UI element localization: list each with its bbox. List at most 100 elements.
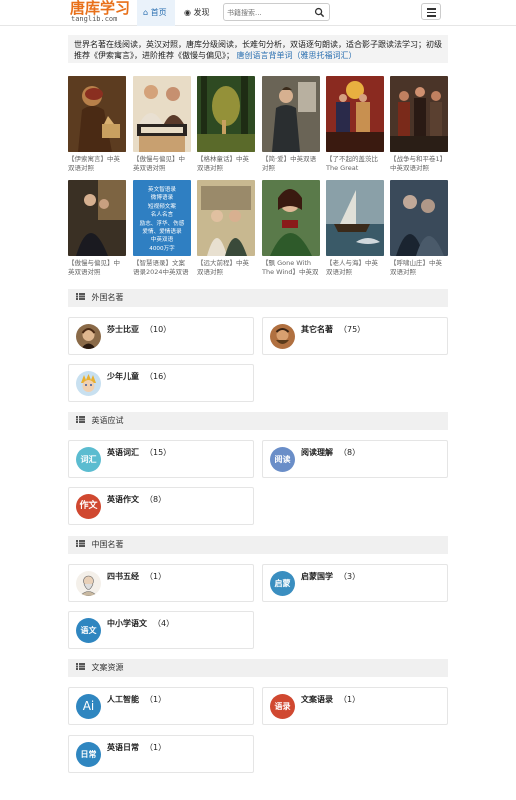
book-card[interactable]: 【呼啸山庄】中英双语对照 — [390, 180, 448, 277]
confucius-portrait-icon — [76, 571, 101, 596]
category-card-shakespeare[interactable]: 莎士比亚 （10） — [68, 317, 254, 355]
book-title: 【智慧语录】文案语录2024中英双语版 — [133, 259, 189, 276]
category-count: （10） — [145, 325, 172, 334]
logo-title: 唐库学习 — [70, 0, 131, 17]
category-name: 人工智能 — [107, 695, 139, 704]
hamburger-icon-bar — [427, 11, 436, 13]
book-cover — [326, 76, 384, 152]
site-logo[interactable]: 唐库学习 tanglib.com — [70, 0, 131, 25]
shakespeare-portrait-icon — [76, 324, 101, 349]
search-input[interactable] — [227, 6, 312, 19]
promo-line: 英文智语录 — [148, 187, 176, 193]
little-prince-icon — [76, 371, 101, 396]
book-cover — [390, 76, 448, 152]
category-card-other-classics[interactable]: 其它名著 （75） — [262, 317, 448, 355]
quotes-icon: 语录 — [270, 694, 295, 719]
category-count: （15） — [145, 448, 172, 457]
hamburger-icon — [427, 8, 436, 10]
book-title: 【简·爱】中英双语对照 — [262, 155, 317, 172]
section-header-english-exams: 英语应试 — [68, 412, 448, 430]
book-card[interactable]: 【伊索寓言】中英双语对照 — [68, 76, 126, 173]
tab-discover-label: 发现 — [193, 8, 210, 17]
category-card-chinese-language[interactable]: 语文 中小学语文 （4） — [68, 611, 254, 649]
promo-line: 中英双语 — [150, 237, 174, 244]
book-card[interactable]: 【格林童话】中英双语对照 — [197, 76, 255, 173]
category-name: 文案语录 — [301, 695, 333, 704]
book-title: 【战争与和平卷1】中英双语对照 — [390, 155, 447, 172]
category-count: （1） — [339, 695, 361, 704]
grid-icon — [76, 663, 85, 670]
category-card-quotes[interactable]: 语录 文案语录 （1） — [262, 687, 448, 725]
category-count: （1） — [145, 572, 167, 581]
promo-line: 短视频文案 — [148, 203, 176, 210]
book-cover — [197, 180, 255, 256]
category-card-writing[interactable]: 作文 英语作文 （8） — [68, 487, 254, 525]
book-cover — [197, 76, 255, 152]
vocabulary-icon: 词汇 — [76, 447, 101, 472]
book-title: 【飘 Gone With The Wind】中英双语对... — [262, 259, 319, 276]
book-title: 【傲慢与偏见】中英双语对照 — [133, 155, 185, 172]
menu-button[interactable] — [421, 3, 441, 20]
book-card[interactable]: 【远大前程】中英双语对照 — [197, 180, 255, 277]
daily-english-icon: 日常 — [76, 742, 101, 767]
category-name: 中小学语文 — [107, 619, 147, 628]
category-count: （1） — [145, 743, 167, 752]
tab-home-label: 首页 — [150, 8, 167, 17]
book-title: 【老人与海】中英双语对照 — [326, 259, 378, 276]
promo-line: 4000万字 — [149, 245, 175, 252]
section-header-copywriting: 文案资源 — [68, 659, 448, 677]
category-card-children[interactable]: 少年儿童 （16） — [68, 364, 254, 402]
grid-icon — [76, 540, 85, 547]
book-card[interactable]: 【傲慢与偏见】中英双语对照 — [133, 76, 191, 173]
book-cover — [262, 180, 320, 256]
tab-home[interactable]: ⌂ 首页 — [137, 0, 175, 26]
category-name: 英语日常 — [107, 743, 139, 752]
book-title: 【傲慢与偏见】中英双语对照 — [68, 259, 120, 276]
promo-line: 爱情、爱情语录 — [142, 229, 182, 236]
category-count: （16） — [145, 372, 172, 381]
grid-icon — [76, 416, 85, 423]
category-card-ai[interactable]: Ai 人工智能 （1） — [68, 687, 254, 725]
section-title: 外国名著 — [91, 293, 124, 302]
category-card-four-books[interactable]: 四书五经 （1） — [68, 564, 254, 602]
intro-banner: 世界名著在线阅读，英汉对照，唐库分级阅读，长难句分析，双语逐句朗读，适合影子跟读… — [68, 35, 448, 63]
book-title: 【呼啸山庄】中英双语对照 — [390, 259, 442, 276]
enlightenment-icon: 启蒙 — [270, 571, 295, 596]
book-card[interactable]: 【简·爱】中英双语对照 — [262, 76, 320, 173]
search-icon[interactable] — [314, 7, 325, 18]
section-title: 英语应试 — [91, 416, 124, 425]
book-card[interactable]: 【傲慢与偏见】中英双语对照 — [68, 180, 126, 277]
book-card[interactable]: 英文智语录 微博语录 短视频文案 名人名言 励志、浮华、伤感 爱情、爱情语录 中… — [133, 180, 191, 277]
promo-line: 励志、浮华、伤感 — [139, 220, 185, 227]
category-name: 四书五经 — [107, 572, 139, 581]
book-card[interactable]: 【老人与海】中英双语对照 — [326, 180, 384, 277]
category-count: （4） — [153, 619, 175, 628]
promo-line: 名人名言 — [150, 212, 174, 219]
classic-author-portrait-icon — [270, 324, 295, 349]
section-title: 中国名著 — [91, 540, 124, 549]
writing-icon: 作文 — [76, 494, 101, 519]
book-cover — [262, 76, 320, 152]
category-count: （8） — [339, 448, 361, 457]
vocab-link[interactable]: 唐创语言背单词（雅思托福词汇） — [237, 51, 357, 60]
book-title: 【远大前程】中英双语对照 — [197, 259, 249, 276]
category-name: 英语词汇 — [107, 448, 139, 457]
book-cover — [326, 180, 384, 256]
search-box — [223, 3, 330, 21]
tab-discover[interactable]: ◉ 发现 — [178, 0, 218, 26]
book-card[interactable]: 【战争与和平卷1】中英双语对照 — [390, 76, 448, 173]
book-cover — [133, 76, 191, 152]
book-card[interactable]: 【飘 Gone With The Wind】中英双语对... — [262, 180, 320, 277]
category-card-vocabulary[interactable]: 词汇 英语词汇 （15） — [68, 440, 254, 478]
category-card-enlightenment[interactable]: 启蒙 启蒙国学 （3） — [262, 564, 448, 602]
category-name: 启蒙国学 — [301, 572, 333, 581]
compass-icon: ◉ — [184, 8, 191, 17]
category-name: 其它名著 — [301, 325, 333, 334]
book-card[interactable]: 【了不起的盖茨比 The Great Gatsby... — [326, 76, 384, 173]
grid-icon — [76, 293, 85, 300]
category-count: （8） — [145, 495, 167, 504]
promo-line: 微博语录 — [150, 195, 174, 202]
category-card-daily-english[interactable]: 日常 英语日常 （1） — [68, 735, 254, 773]
category-card-reading[interactable]: 阅读 阅读理解 （8） — [262, 440, 448, 478]
category-name: 英语作文 — [107, 495, 139, 504]
